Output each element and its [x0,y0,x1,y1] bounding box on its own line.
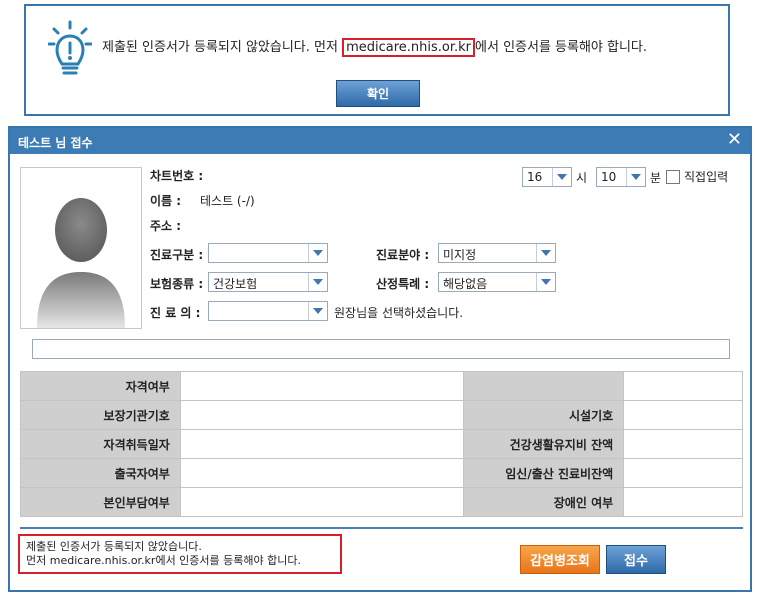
lightbulb-icon [48,20,92,75]
patient-photo [20,167,142,329]
minute-value: 10 [601,170,617,184]
infection-check-button[interactable]: 감염병조회 [520,545,600,574]
chevron-down-icon [626,168,645,186]
special-exemption-select[interactable]: 해당없음 [438,272,556,292]
notice-message: 제출된 인증서가 등록되지 않았습니다. 먼저 medicare.nhis.or… [102,36,648,57]
chevron-down-icon [552,168,571,186]
care-type-label: 진료구분 : [150,248,204,262]
department-label: 진료분야 : [376,248,430,262]
table-row: 출국자여부 임신/출산 진료비잔액 [20,458,743,488]
manual-entry-checkbox[interactable] [666,170,680,184]
table-cell [623,400,743,430]
status-message-line: 먼저 medicare.nhis.or.kr에서 인증서를 등록해야 합니다. [26,554,301,567]
chevron-down-icon [536,244,555,262]
department-value: 미지정 [443,248,477,262]
insurance-type-value: 건강보험 [213,277,258,291]
table-header-cell [463,371,625,401]
chevron-down-icon [308,244,327,262]
doctor-label: 진 료 의 : [150,306,201,320]
table-cell [623,487,743,517]
hour-select[interactable]: 16 [522,167,572,187]
table-header-cell: 본인부담여부 [20,487,181,517]
table-header-cell: 임신/출산 진료비잔액 [463,458,625,488]
eligibility-table: 자격여부 보장기관기호 시설기호 자격취득일자 건강생활유지비 잔액 출국자여부… [20,371,743,517]
insurance-type-label: 보험종류 : [150,277,204,291]
status-message-line: 제출된 인증서가 등록되지 않았습니다. [26,540,202,553]
name-label: 이름 : [150,194,182,208]
table-cell [179,371,465,401]
table-row: 본인부담여부 장애인 여부 [20,487,743,517]
table-header-cell: 출국자여부 [20,458,181,488]
memo-input[interactable] [32,339,730,359]
table-header-cell: 건강생활유지비 잔액 [463,429,625,459]
close-icon[interactable]: ✕ [727,130,742,150]
table-row: 보장기관기호 시설기호 [20,400,743,430]
department-select[interactable]: 미지정 [438,243,556,263]
insurance-type-select[interactable]: 건강보험 [208,272,328,292]
submit-reception-button[interactable]: 접수 [606,545,666,574]
chevron-down-icon [308,302,327,320]
table-cell [179,487,465,517]
table-header-cell: 자격취득일자 [20,429,181,459]
hour-unit: 시 [576,171,588,185]
table-cell [179,429,465,459]
divider [20,527,743,529]
minute-select[interactable]: 10 [596,167,646,187]
notice-message-suffix: 에서 인증서를 등록해야 합니다. [475,40,648,55]
address-label: 주소 : [150,219,182,233]
doctor-select[interactable] [208,301,328,321]
special-exemption-value: 해당없음 [443,277,488,291]
notice-message-prefix: 제출된 인증서가 등록되지 않았습니다. 먼저 [102,40,343,55]
special-exemption-label: 산정특례 : [376,277,430,291]
table-cell [623,458,743,488]
table-header-cell: 시설기호 [463,400,625,430]
dialog-title: 테스트 님 접수 [18,136,93,150]
table-cell [179,400,465,430]
care-type-select[interactable] [208,243,328,263]
chevron-down-icon [308,273,327,291]
table-row: 자격여부 [20,371,743,401]
manual-entry-label: 직접입력 [684,170,729,184]
status-message-box: 제출된 인증서가 등록되지 않았습니다. 먼저 medicare.nhis.or… [18,534,342,574]
table-cell [623,371,743,401]
avatar-placeholder-icon [37,198,125,328]
dialog-titlebar: 테스트 님 접수 ✕ [10,128,750,154]
confirm-button[interactable]: 확인 [336,80,420,107]
minute-unit: 분 [650,171,662,185]
reception-dialog: 테스트 님 접수 ✕ 차트번호 : 이름 : 테스트 (-/) 주소 : 16 … [8,126,752,592]
chevron-down-icon [536,273,555,291]
name-value: 테스트 (-/) [200,194,255,208]
hour-value: 16 [527,170,543,184]
chart-number-label: 차트번호 : [150,169,204,183]
table-row: 자격취득일자 건강생활유지비 잔액 [20,429,743,459]
table-header-cell: 보장기관기호 [20,400,181,430]
notice-url-highlight: medicare.nhis.or.kr [342,38,476,57]
doctor-hint: 원장님을 선택하셨습니다. [334,306,464,320]
certificate-notice: 제출된 인증서가 등록되지 않았습니다. 먼저 medicare.nhis.or… [24,4,730,116]
table-cell [179,458,465,488]
table-header-cell: 자격여부 [20,371,181,401]
table-header-cell: 장애인 여부 [463,487,625,517]
table-cell [623,429,743,459]
